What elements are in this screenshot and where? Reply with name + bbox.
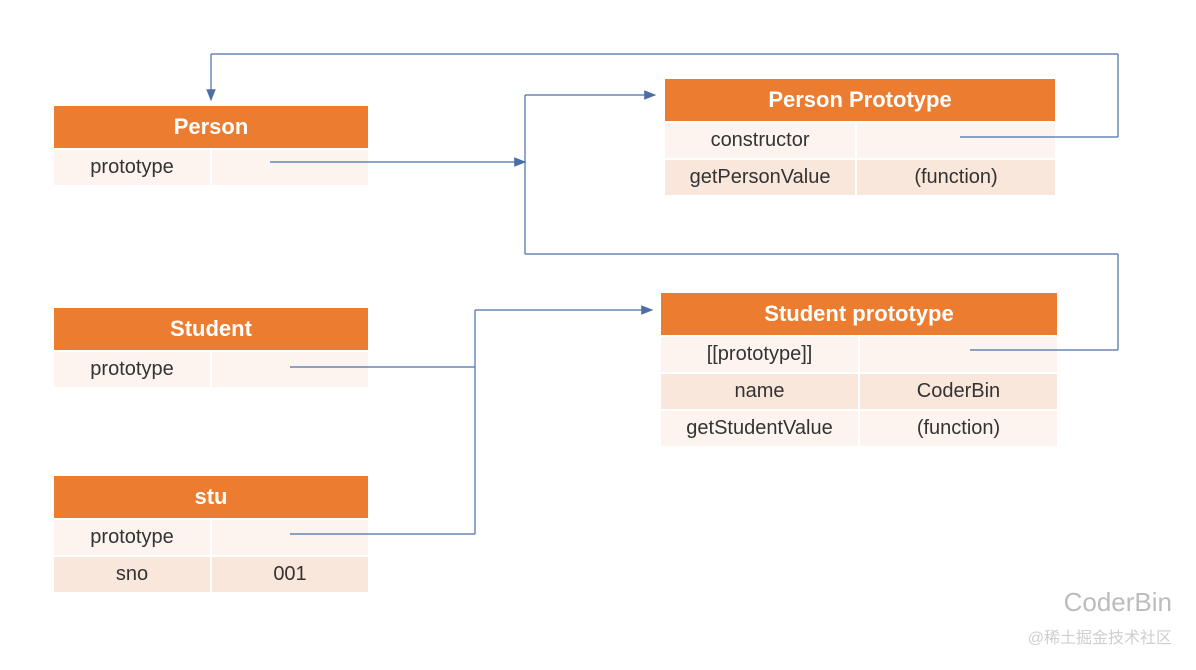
person-prototype-label: prototype: [53, 149, 211, 186]
student-prototype-box: Student prototype [[prototype]] name Cod…: [660, 292, 1058, 447]
sno-label: sno: [53, 556, 211, 593]
table-row: [[prototype]]: [660, 336, 1058, 373]
watermark-author: CoderBin: [1064, 587, 1172, 618]
person-prototype-box: Person Prototype constructor getPersonVa…: [664, 78, 1056, 196]
table-row: prototype: [53, 351, 369, 388]
proto-internal-label: [[prototype]]: [660, 336, 859, 373]
student-box: Student prototype: [53, 307, 369, 388]
person-title: Person: [53, 105, 369, 149]
stu-title: stu: [53, 475, 369, 519]
stu-box: stu prototype sno 001: [53, 475, 369, 593]
person-prototype-title: Person Prototype: [664, 78, 1056, 122]
table-row: sno 001: [53, 556, 369, 593]
table-row: name CoderBin: [660, 373, 1058, 410]
getpersonvalue-label: getPersonValue: [664, 159, 856, 196]
constructor-label: constructor: [664, 122, 856, 159]
getstudentvalue-label: getStudentValue: [660, 410, 859, 447]
student-title: Student: [53, 307, 369, 351]
table-row: constructor: [664, 122, 1056, 159]
sno-value: 001: [211, 556, 369, 593]
table-row: getStudentValue (function): [660, 410, 1058, 447]
table-row: prototype: [53, 149, 369, 186]
student-prototype-title: Student prototype: [660, 292, 1058, 336]
stu-prototype-value: [211, 519, 369, 556]
student-prototype-value: [211, 351, 369, 388]
constructor-value: [856, 122, 1056, 159]
getstudentvalue-value: (function): [859, 410, 1058, 447]
stu-prototype-label: prototype: [53, 519, 211, 556]
table-row: getPersonValue (function): [664, 159, 1056, 196]
student-prototype-label: prototype: [53, 351, 211, 388]
watermark-site: @稀土掘金技术社区: [1028, 624, 1172, 648]
proto-internal-value: [859, 336, 1058, 373]
person-prototype-value: [211, 149, 369, 186]
name-label: name: [660, 373, 859, 410]
person-box: Person prototype: [53, 105, 369, 186]
table-row: prototype: [53, 519, 369, 556]
name-value: CoderBin: [859, 373, 1058, 410]
getpersonvalue-value: (function): [856, 159, 1056, 196]
